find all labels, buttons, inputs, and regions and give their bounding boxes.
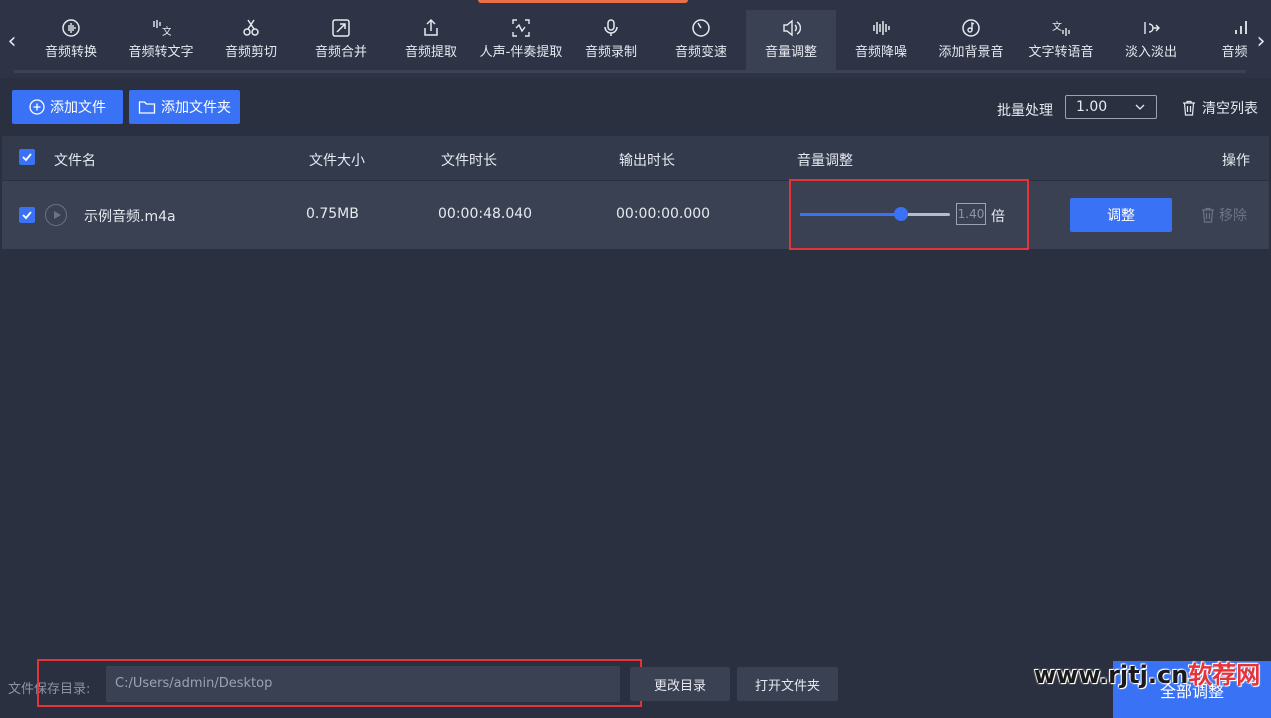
scroll-left-icon[interactable]: ‹ — [2, 28, 22, 56]
tab-label: 音量调整 — [764, 45, 817, 60]
chevron-down-icon — [1135, 104, 1145, 110]
volume-slider[interactable] — [800, 207, 950, 221]
tab-text-to-speech[interactable]: 文 文字转语音 — [1016, 10, 1106, 70]
output-duration: 00:00:00.000 — [616, 206, 711, 222]
adjust-button[interactable]: 调整 — [1070, 198, 1172, 232]
play-icon[interactable] — [45, 204, 67, 226]
add-folder-button[interactable]: 添加文件夹 — [129, 90, 240, 124]
tab-label: 音频转文字 — [128, 45, 194, 60]
clear-list-button[interactable]: 清空列表 — [1182, 97, 1258, 119]
tab-audio-convert[interactable]: 音频转换 — [26, 10, 116, 70]
volume-icon — [783, 19, 801, 37]
header-output-duration: 输出时长 — [619, 153, 675, 169]
trash-icon — [1183, 100, 1195, 116]
tab-label: 人声-伴奏提取 — [479, 45, 563, 60]
tab-label: 音频剪切 — [224, 45, 277, 60]
tab-vocal-separation[interactable]: 人声-伴奏提取 — [476, 10, 566, 70]
tab-audio-cut[interactable]: 音频剪切 — [206, 10, 296, 70]
tab-label: 文字转语音 — [1028, 45, 1094, 60]
tab-speech-to-text[interactable]: 文 音频转文字 — [116, 10, 206, 70]
tab-label: 音频变速 — [674, 45, 727, 60]
save-path-field[interactable]: C:/Users/admin/Desktop — [106, 666, 620, 702]
row-checkbox[interactable] — [19, 207, 35, 223]
tab-label: 淡入淡出 — [1124, 45, 1177, 60]
tab-scrollbar[interactable] — [14, 70, 1246, 73]
header-action: 操作 — [1222, 153, 1250, 169]
file-size: 0.75MB — [306, 206, 359, 222]
vocal-separation-icon — [512, 19, 530, 37]
text-to-speech-icon: 文 — [1052, 20, 1070, 36]
remove-label: 移除 — [1219, 208, 1247, 224]
tab-volume-adjust[interactable]: 音量调整 — [746, 10, 836, 70]
batch-label: 批量处理 — [997, 103, 1053, 119]
header-name: 文件名 — [54, 153, 96, 169]
volume-unit: 倍 — [991, 209, 1005, 225]
header-duration: 文件时长 — [441, 153, 497, 169]
clear-list-label: 清空列表 — [1202, 101, 1258, 117]
scissors-icon — [243, 19, 259, 36]
open-folder-button[interactable]: 打开文件夹 — [737, 667, 838, 701]
speed-icon — [692, 19, 710, 37]
denoise-icon — [873, 21, 890, 35]
tab-label: 音频合并 — [314, 45, 367, 60]
file-name: 示例音频.m4a — [84, 209, 176, 225]
tab-label: 音频降噪 — [854, 45, 907, 60]
volume-slider-fill — [800, 213, 901, 216]
header-size: 文件大小 — [309, 153, 365, 169]
tab-audio-extract[interactable]: 音频提取 — [386, 10, 476, 70]
table-header: 文件名 文件大小 文件时长 输出时长 音量调整 操作 — [2, 136, 1269, 180]
audio-convert-icon — [62, 19, 80, 37]
merge-icon — [332, 19, 350, 37]
scroll-right-icon[interactable]: › — [1251, 28, 1271, 56]
top-accent-bar — [478, 0, 688, 3]
svg-text:文: 文 — [1052, 20, 1062, 33]
folder-icon — [138, 101, 156, 114]
svg-text:文: 文 — [162, 25, 171, 38]
tab-add-background[interactable]: 添加背景音 — [926, 10, 1016, 70]
music-disc-icon — [962, 19, 980, 37]
trash-icon — [1202, 207, 1214, 223]
tab-label: 音频转换 — [44, 45, 97, 60]
speech-to-text-icon: 文 — [153, 20, 171, 38]
microphone-icon — [604, 19, 618, 36]
check-icon — [22, 211, 32, 220]
tab-label: 音频变 — [1221, 45, 1248, 60]
plus-circle-icon — [29, 99, 45, 115]
tab-label: 添加背景音 — [938, 45, 1004, 60]
tab-audio-more[interactable]: 音频变 — [1196, 10, 1248, 70]
extract-icon — [424, 18, 438, 36]
tab-audio-speed[interactable]: 音频变速 — [656, 10, 746, 70]
tab-label: 音频提取 — [404, 45, 457, 60]
save-dir-label: 文件保存目录: — [8, 682, 91, 697]
tab-label: 音频录制 — [584, 45, 637, 60]
add-file-button[interactable]: 添加文件 — [12, 90, 123, 124]
file-duration: 00:00:48.040 — [438, 206, 533, 222]
tab-audio-denoise[interactable]: 音频降噪 — [836, 10, 926, 70]
remove-button[interactable]: 移除 — [1201, 205, 1247, 225]
tab-audio-record[interactable]: 音频录制 — [566, 10, 656, 70]
select-all-checkbox[interactable] — [19, 149, 35, 165]
change-dir-button[interactable]: 更改目录 — [630, 667, 730, 701]
bars-icon — [1235, 21, 1247, 34]
adjust-all-button[interactable]: 全部调整 — [1113, 661, 1271, 718]
tool-tabs: 音频转换 文 音频转文字 音频剪切 音频合并 音频提取 人声-伴奏提取 音频录制… — [26, 10, 1248, 70]
fade-icon — [1144, 22, 1160, 34]
add-file-label: 添加文件 — [50, 100, 106, 116]
tab-fade[interactable]: 淡入淡出 — [1106, 10, 1196, 70]
volume-slider-thumb[interactable] — [893, 207, 908, 221]
header-volume: 音量调整 — [797, 153, 853, 169]
volume-value-input[interactable]: 1.40 — [956, 203, 986, 225]
batch-value: 1.00 — [1076, 99, 1108, 115]
add-folder-label: 添加文件夹 — [161, 100, 231, 116]
check-icon — [22, 153, 32, 162]
batch-select[interactable]: 1.00 — [1065, 95, 1157, 119]
tab-audio-merge[interactable]: 音频合并 — [296, 10, 386, 70]
